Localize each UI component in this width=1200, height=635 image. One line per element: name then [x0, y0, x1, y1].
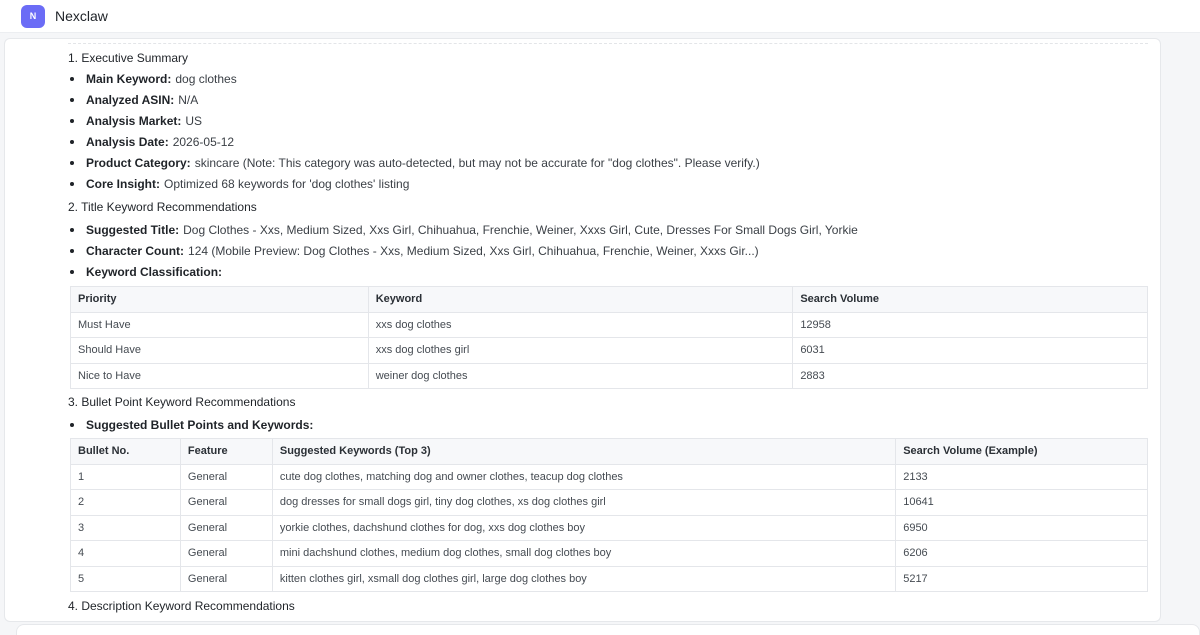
feature-cell: General [179, 565, 273, 592]
keyword-cell: xxs dog clothes girl [367, 337, 794, 364]
search-volume-cell: 6206 [895, 540, 1148, 567]
bullet-dot [70, 140, 74, 144]
section-title-keywords-title: 2. Title Keyword Recommendations [68, 200, 257, 214]
bullet-no-cell: 2 [70, 489, 181, 516]
summary-item-date: Analysis Date: 2026-05-12 [70, 135, 234, 149]
report-content: 1. Executive Summary Main Keyword: dog cl… [68, 39, 1148, 613]
summary-item-main-keyword: Main Keyword: dog clothes [70, 72, 237, 86]
bullet-no-cell: 1 [70, 463, 181, 490]
bullet-keywords-table: Bullet No. Feature Suggested Keywords (T… [70, 438, 1148, 592]
keywords-cell: cute dog clothes, matching dog and owner… [271, 463, 897, 490]
column-header-priority: Priority [70, 286, 369, 313]
right-gutter [1161, 38, 1200, 622]
report-card: 1. Executive Summary Main Keyword: dog cl… [4, 38, 1161, 622]
column-header-bullet-no: Bullet No. [70, 438, 181, 465]
title-item-suggested-title: Suggested Title: Dog Clothes - Xxs, Mediu… [70, 223, 858, 237]
summary-item-market: Analysis Market: US [70, 114, 202, 128]
bullet-dot [70, 77, 74, 81]
bullet-dot [70, 182, 74, 186]
search-volume-cell: 6031 [792, 337, 1148, 364]
table-row: 1 General cute dog clothes, matching dog… [70, 463, 1148, 490]
bullet-no-cell: 5 [70, 565, 181, 592]
keywords-cell: kitten clothes girl, xsmall dog clothes … [271, 565, 897, 592]
section-bullet-keywords-title: 3. Bullet Point Keyword Recommendations [68, 395, 296, 409]
section-description-keywords-title: 4. Description Keyword Recommendations [68, 599, 295, 613]
column-header-keyword: Keyword [367, 286, 794, 313]
message-input-bar[interactable] [16, 624, 1200, 635]
search-volume-cell: 2133 [895, 463, 1148, 490]
bullet-dot [70, 119, 74, 123]
column-header-search-volume-example: Search Volume (Example) [895, 438, 1148, 465]
keywords-cell: dog dresses for small dogs girl, tiny do… [271, 489, 897, 516]
summary-item-core-insight: Core Insight: Optimized 68 keywords for '… [70, 177, 409, 191]
keywords-cell: mini dachshund clothes, medium dog cloth… [271, 540, 897, 567]
search-volume-cell: 5217 [895, 565, 1148, 592]
summary-item-asin: Analyzed ASIN: N/A [70, 93, 198, 107]
bullet-dot [70, 270, 74, 274]
bullet-dot [70, 98, 74, 102]
keywords-cell: yorkie clothes, dachshund clothes for do… [271, 514, 897, 541]
column-header-suggested-keywords: Suggested Keywords (Top 3) [271, 438, 897, 465]
summary-item-category: Product Category: skincare (Note: This ca… [70, 156, 760, 170]
search-volume-cell: 2883 [792, 362, 1148, 389]
app-title: Nexclaw [55, 8, 108, 24]
title-item-keyword-classification: Keyword Classification: [70, 265, 226, 279]
column-header-feature: Feature [179, 438, 273, 465]
bullet-no-cell: 4 [70, 540, 181, 567]
keyword-classification-table: Priority Keyword Search Volume Must Have… [70, 286, 1148, 389]
top-bar: N Nexclaw [0, 0, 1200, 33]
feature-cell: General [179, 489, 273, 516]
bullet-dot [70, 249, 74, 253]
table-row: Nice to Have weiner dog clothes 2883 [70, 362, 1148, 389]
table-row: Should Have xxs dog clothes girl 6031 [70, 337, 1148, 364]
table-header-row: Priority Keyword Search Volume [70, 286, 1148, 313]
section-executive-summary-title: 1. Executive Summary [68, 51, 189, 65]
feature-cell: General [179, 540, 273, 567]
table-row: 4 General mini dachshund clothes, medium… [70, 540, 1148, 567]
bullet-no-cell: 3 [70, 514, 181, 541]
top-divider [68, 43, 1148, 45]
search-volume-cell: 10641 [895, 489, 1148, 516]
table-row: 2 General dog dresses for small dogs gir… [70, 489, 1148, 516]
title-item-character-count: Character Count: 124 (Mobile Preview: Dog… [70, 244, 759, 258]
feature-cell: General [179, 463, 273, 490]
search-volume-cell: 6950 [895, 514, 1148, 541]
search-volume-cell: 12958 [792, 311, 1148, 338]
app-logo-avatar: N [21, 4, 45, 28]
bullet-dot [70, 228, 74, 232]
priority-cell: Should Have [70, 337, 369, 364]
feature-cell: General [179, 514, 273, 541]
table-row: 3 General yorkie clothes, dachshund clot… [70, 514, 1148, 541]
keyword-cell: xxs dog clothes [367, 311, 794, 338]
bullet-dot [70, 423, 74, 427]
table-row: Must Have xxs dog clothes 12958 [70, 311, 1148, 338]
priority-cell: Nice to Have [70, 362, 369, 389]
bullet-dot [70, 161, 74, 165]
column-header-search-volume: Search Volume [792, 286, 1148, 313]
bullet-item-suggested-bullets: Suggested Bullet Points and Keywords: [70, 418, 317, 432]
priority-cell: Must Have [70, 311, 369, 338]
table-row: 5 General kitten clothes girl, xsmall do… [70, 565, 1148, 592]
table-header-row: Bullet No. Feature Suggested Keywords (T… [70, 438, 1148, 465]
keyword-cell: weiner dog clothes [367, 362, 794, 389]
